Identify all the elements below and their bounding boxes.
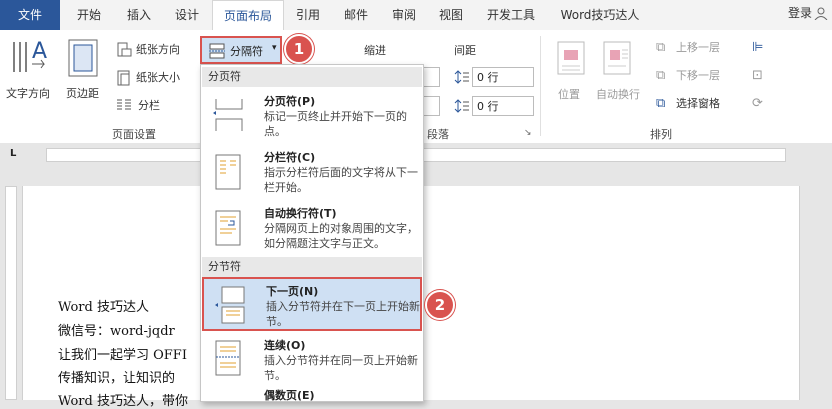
tab-stop-selector[interactable]: L bbox=[10, 148, 16, 159]
menu-item-title: 偶数页(E) bbox=[264, 389, 315, 402]
person-icon bbox=[814, 7, 828, 20]
tab-references[interactable]: 引用 bbox=[286, 0, 330, 30]
spacing-before-icon bbox=[454, 70, 469, 84]
menu-item-desc: 指示分栏符后面的文字将从下一栏开始。 bbox=[264, 166, 418, 194]
document-line[interactable]: 微信号：word-jqdr bbox=[58, 320, 175, 339]
menu-item-continuous[interactable]: 连续(O) 插入分节符并在同一页上开始新节。 bbox=[202, 333, 422, 385]
menu-item-desc: 插入分节符并在下一页上开始新节。 bbox=[266, 300, 420, 328]
tab-mailings[interactable]: 邮件 bbox=[334, 0, 378, 30]
breaks-dropdown-menu: 分页符 分页符(P) 标记一页终止并开始下一页的点。 分栏符(C) 指示分栏符后… bbox=[200, 64, 424, 402]
wrap-text-icon[interactable] bbox=[602, 40, 632, 76]
group-separator bbox=[540, 36, 541, 136]
login-link[interactable]: 登录 bbox=[788, 0, 812, 26]
menu-item-text-wrapping-break[interactable]: 自动换行符(T) 分隔网页上的对象周围的文字，如分隔题注文字与正文。 bbox=[202, 201, 422, 255]
menu-item-title: 下一页(N) bbox=[266, 285, 319, 298]
tab-home[interactable]: 开始 bbox=[66, 0, 112, 30]
tab-review[interactable]: 审阅 bbox=[382, 0, 426, 30]
position-icon[interactable] bbox=[556, 40, 586, 76]
breaks-icon bbox=[209, 43, 225, 59]
bring-forward-button[interactable]: 上移一层 bbox=[676, 38, 720, 58]
menu-item-title: 连续(O) bbox=[264, 339, 306, 352]
tab-file[interactable]: 文件 bbox=[0, 0, 60, 30]
paper-size-button[interactable]: 纸张大小 bbox=[136, 68, 180, 88]
callout-1: 1 bbox=[284, 34, 314, 64]
paper-size-icon bbox=[117, 70, 130, 86]
callout-2: 2 bbox=[425, 290, 455, 320]
selection-pane-icon: ⧉ bbox=[656, 96, 666, 111]
group-icon[interactable]: ⊡ bbox=[752, 68, 763, 83]
text-direction-label[interactable]: 文字方向 bbox=[6, 85, 50, 101]
menu-item-even-page[interactable]: 偶数页(E) bbox=[202, 385, 422, 402]
menu-item-next-page[interactable]: 下一页(N) 插入分节符并在下一页上开始新节。 bbox=[202, 277, 422, 331]
menu-item-column-break[interactable]: 分栏符(C) 指示分栏符后面的文字将从下一栏开始。 bbox=[202, 145, 422, 199]
spacing-label: 间距 bbox=[454, 44, 476, 57]
document-line[interactable]: Word 技巧达人 bbox=[58, 296, 149, 315]
send-backward-icon: ⧉ bbox=[656, 68, 666, 83]
spacing-after-icon bbox=[454, 99, 469, 113]
breaks-button[interactable]: 分隔符 ▾ bbox=[200, 36, 282, 64]
next-page-icon bbox=[215, 286, 245, 324]
continuous-break-icon bbox=[215, 340, 241, 376]
vertical-ruler[interactable] bbox=[5, 186, 17, 400]
send-backward-button[interactable]: 下移一层 bbox=[676, 66, 720, 86]
svg-text:A: A bbox=[32, 39, 47, 64]
orientation-button[interactable]: 纸张方向 bbox=[136, 40, 180, 60]
columns-button[interactable]: 分栏 bbox=[138, 96, 160, 116]
spacing-before-field[interactable]: 0 行 bbox=[472, 67, 534, 87]
spacing-after-field[interactable]: 0 行 bbox=[472, 96, 534, 116]
page-break-icon bbox=[213, 99, 243, 131]
tab-word-tips[interactable]: Word技巧达人 bbox=[552, 0, 648, 30]
tab-view[interactable]: 视图 bbox=[428, 0, 474, 30]
menu-item-desc: 标记一页终止并开始下一页的点。 bbox=[264, 110, 407, 138]
bring-forward-icon: ⧉ bbox=[656, 40, 666, 55]
breaks-label: 分隔符 bbox=[230, 45, 263, 58]
menu-item-desc: 插入分节符并在同一页上开始新节。 bbox=[264, 354, 418, 382]
column-break-icon bbox=[215, 154, 241, 190]
paragraph-group-label: 段落 bbox=[427, 128, 449, 141]
position-label[interactable]: 位置 bbox=[558, 86, 580, 102]
tab-insert[interactable]: 插入 bbox=[116, 0, 162, 30]
align-icon[interactable]: ⊫ bbox=[752, 40, 763, 55]
tab-design[interactable]: 设计 bbox=[164, 0, 210, 30]
indent-label: 缩进 bbox=[364, 44, 386, 57]
margins-label[interactable]: 页边距 bbox=[66, 85, 99, 101]
page-setup-group-label: 页面设置 bbox=[112, 128, 156, 141]
menu-item-desc: 分隔网页上的对象周围的文字，如分隔题注文字与正文。 bbox=[264, 222, 418, 250]
section-breaks-header: 分节符 bbox=[202, 257, 422, 277]
text-direction-icon[interactable]: A bbox=[10, 36, 48, 76]
menu-item-page-break[interactable]: 分页符(P) 标记一页终止并开始下一页的点。 bbox=[202, 89, 422, 143]
menu-item-title: 分栏符(C) bbox=[264, 151, 316, 164]
rotate-icon[interactable]: ⟳ bbox=[752, 96, 763, 111]
tab-developer[interactable]: 开发工具 bbox=[478, 0, 544, 30]
document-line[interactable]: 传播知识，让知识的 bbox=[58, 367, 175, 386]
tab-page-layout[interactable]: 页面布局 bbox=[212, 0, 284, 32]
dialog-launcher-icon[interactable]: ↘ bbox=[524, 128, 532, 138]
arrange-group-label: 排列 bbox=[650, 128, 672, 141]
menu-item-title: 自动换行符(T) bbox=[264, 207, 337, 220]
columns-icon bbox=[117, 99, 131, 110]
text-wrapping-icon bbox=[215, 210, 241, 246]
ribbon-tab-bar: 文件 开始 插入 设计 页面布局 引用 邮件 审阅 视图 开发工具 Word技巧… bbox=[0, 0, 832, 32]
document-line[interactable]: 让我们一起学习 OFFI bbox=[58, 344, 187, 363]
chevron-down-icon: ▾ bbox=[272, 43, 277, 53]
orientation-icon bbox=[117, 42, 132, 57]
page-breaks-header: 分页符 bbox=[202, 67, 422, 87]
menu-item-title: 分页符(P) bbox=[264, 95, 316, 108]
wrap-text-label[interactable]: 自动换行 bbox=[596, 86, 640, 102]
margins-icon[interactable] bbox=[66, 38, 100, 78]
selection-pane-button[interactable]: 选择窗格 bbox=[676, 94, 720, 114]
